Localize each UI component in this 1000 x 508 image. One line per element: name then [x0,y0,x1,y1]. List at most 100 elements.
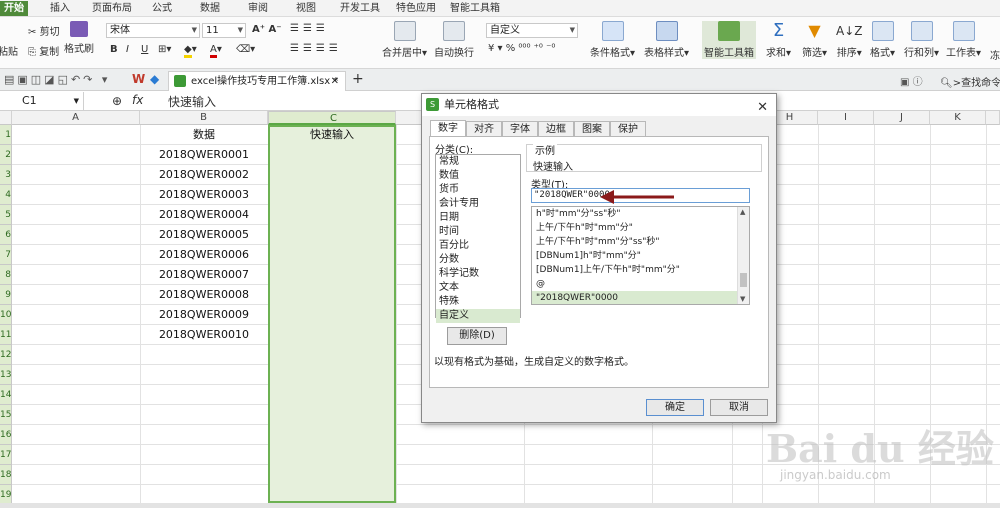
col-header-i[interactable]: I [818,111,874,125]
type-item[interactable]: [DBNum1]h"时"mm"分" [532,249,737,263]
delete-button[interactable]: 删除(D) [447,327,507,345]
scroll-thumb[interactable] [740,273,747,287]
menu-review[interactable]: 审阅 [244,1,272,16]
col-header-j[interactable]: J [874,111,930,125]
row-header[interactable]: 10 [0,305,12,325]
merge-center-button[interactable]: 合并居中▾ [382,21,427,59]
category-item[interactable]: 常规 [436,155,520,169]
conditional-format-button[interactable]: 条件格式▾ [590,21,635,59]
cube-icon[interactable]: ◆ [150,72,159,86]
bold-button[interactable]: B [110,44,118,55]
close-icon[interactable]: ✕ [757,97,768,119]
data-cell-b[interactable]: 2018QWER0006 [140,245,268,265]
type-item[interactable]: @ [532,277,737,291]
freeze-button[interactable]: 冻 [990,47,1000,62]
col-header-a[interactable]: A [12,111,140,125]
row-header[interactable]: 7 [0,245,12,265]
quick-access-icons[interactable]: ▤▣◫◪◱↶↷ ▾ [4,73,110,86]
border-button[interactable]: ⊞▾ [158,44,171,55]
zoom-icon[interactable]: ⊕ [112,94,122,108]
menu-page-layout[interactable]: 页面布局 [88,1,136,16]
vertical-align-buttons[interactable]: ☰☰☰ [290,23,329,34]
tab-workbook[interactable]: excel操作技巧专用工作簿.xlsx * ✕ [168,71,346,91]
number-format-select[interactable]: 自定义 ▼ [486,23,578,38]
category-item[interactable]: 日期 [436,211,520,225]
type-item[interactable]: [DBNum1]上午/下午h"时"mm"分" [532,263,737,277]
type-item[interactable]: "2018QWER"0000 [532,291,737,304]
tab-protection[interactable]: 保护 [610,121,646,137]
cancel-button[interactable]: 取消 [710,399,768,416]
close-icon[interactable]: ✕ [331,72,339,91]
new-tab-button[interactable]: + [352,71,364,87]
data-cell-b[interactable]: 2018QWER0008 [140,285,268,305]
sheet-scrollbar[interactable] [0,503,1000,508]
category-item[interactable]: 特殊 [436,295,520,309]
type-list[interactable]: h"时"mm"分"ss"秒" 上午/下午h"时"mm"分" 上午/下午h"时"mm"… [531,206,750,305]
data-cell-b[interactable]: 2018QWER0001 [140,145,268,165]
type-list-scrollbar[interactable]: ▲ ▼ [737,207,749,304]
name-box[interactable]: C1 ▼ [0,92,84,110]
copy-button[interactable]: ⎘ 复制 [28,43,59,58]
tab-alignment[interactable]: 对齐 [466,121,502,137]
row-header[interactable]: 13 [0,365,12,385]
category-item[interactable]: 分数 [436,253,520,267]
menu-formula[interactable]: 公式 [148,1,176,16]
scroll-up-icon[interactable]: ▲ [740,208,745,216]
row-header[interactable]: 17 [0,445,12,465]
data-cell-b[interactable]: 2018QWER0005 [140,225,268,245]
menu-developer[interactable]: 开发工具 [336,1,384,16]
row-header[interactable]: 3 [0,165,12,185]
corner-select-all[interactable] [0,111,12,125]
row-header[interactable]: 14 [0,385,12,405]
col-header-k[interactable]: K [930,111,986,125]
category-item[interactable]: 货币 [436,183,520,197]
smart-toolbox-button[interactable]: 智能工具箱 [702,21,756,59]
formula-content[interactable]: 快速输入 [168,93,216,110]
category-item[interactable]: 百分比 [436,239,520,253]
font-color-button[interactable]: A▾ [210,44,222,58]
ok-button[interactable]: 确定 [646,399,704,416]
row-header[interactable]: 5 [0,205,12,225]
data-cell-b[interactable]: 2018QWER0003 [140,185,268,205]
filter-button[interactable]: ▼ 筛选▾ [802,21,827,59]
row-header[interactable]: 4 [0,185,12,205]
row-header[interactable]: 15 [0,405,12,425]
grow-font-button[interactable]: A⁺ A⁻ [252,24,282,35]
data-cell-b[interactable]: 2018QWER0004 [140,205,268,225]
row-header[interactable]: 9 [0,285,12,305]
underline-button[interactable]: U [141,44,148,55]
menu-start[interactable]: 开始 [0,1,28,16]
row-header[interactable]: 19 [0,485,12,505]
data-cell-b[interactable]: 2018QWER0007 [140,265,268,285]
menu-features[interactable]: 特色应用 [392,1,440,16]
scroll-down-icon[interactable]: ▼ [740,295,745,303]
row-header[interactable]: 2 [0,145,12,165]
col-header-l[interactable] [986,111,1000,125]
italic-button[interactable]: I [126,44,129,55]
find-command-input[interactable]: 🔍︎>查找命令... [940,74,1000,89]
menu-smart-toolbox[interactable]: 智能工具箱 [446,1,504,16]
wrap-text-button[interactable]: 自动换行 [434,21,474,59]
category-item[interactable]: 会计专用 [436,197,520,211]
number-format-buttons[interactable]: ¥ ▾ % ⁰⁰⁰ ⁺⁰ ⁻⁰ [488,43,555,54]
category-item[interactable]: 时间 [436,225,520,239]
cut-button[interactable]: ✂ 剪切 [28,23,60,38]
cell-b1[interactable]: 数据 [140,125,268,145]
row-header[interactable]: 12 [0,345,12,365]
type-item[interactable]: 上午/下午h"时"mm"分" [532,221,737,235]
row-header[interactable]: 8 [0,265,12,285]
type-item[interactable]: 上午/下午h"时"mm"分"ss"秒" [532,235,737,249]
format-painter-button[interactable]: 格式刷 [64,21,94,55]
data-cell-b[interactable]: 2018QWER0002 [140,165,268,185]
dialog-title-bar[interactable]: S 单元格格式 ✕ [422,94,776,116]
sort-button[interactable]: A↓Z 排序▾ [836,21,862,59]
paste-button[interactable]: 粘贴 [0,43,18,58]
clear-format-button[interactable]: ⌫▾ [236,44,255,55]
row-header[interactable]: 1 [0,125,12,145]
font-size-select[interactable]: 11 ▼ [202,23,246,38]
row-header[interactable]: 16 [0,425,12,445]
data-cell-b[interactable]: 2018QWER0010 [140,325,268,345]
type-item[interactable]: h"时"mm"分"ss"秒" [532,207,737,221]
category-item[interactable]: 数值 [436,169,520,183]
tab-pattern[interactable]: 图案 [574,121,610,137]
